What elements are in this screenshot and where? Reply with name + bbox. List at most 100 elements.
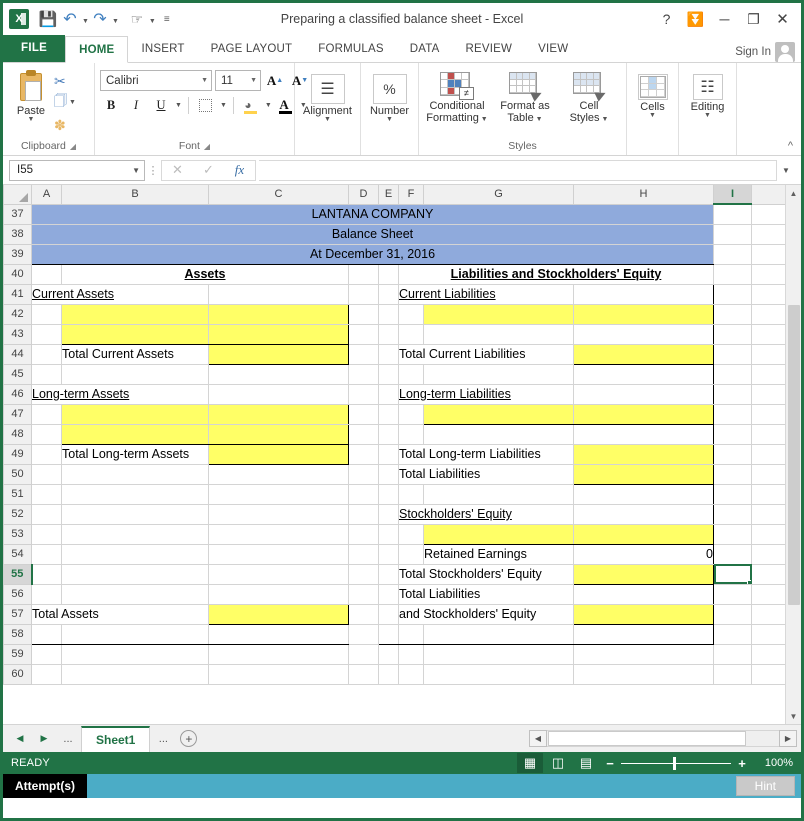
cell-A40[interactable] bbox=[31, 264, 62, 285]
row-header-51[interactable]: 51 bbox=[3, 483, 32, 505]
zoom-in-button[interactable]: + bbox=[733, 756, 751, 771]
cell-F45[interactable] bbox=[398, 364, 424, 385]
row-header-50[interactable]: 50 bbox=[3, 463, 32, 485]
cell-I52[interactable] bbox=[713, 504, 752, 525]
cell-B47-input[interactable] bbox=[61, 403, 209, 425]
cell-E54[interactable] bbox=[378, 544, 399, 565]
cell-J52[interactable] bbox=[751, 504, 790, 525]
column-header-E[interactable]: E bbox=[378, 185, 399, 205]
cells-dropdown-icon[interactable]: ▼ bbox=[649, 112, 656, 119]
cell-total-current-liabilities[interactable]: Total Current Liabilities bbox=[398, 344, 574, 365]
cell-G53-input[interactable] bbox=[423, 523, 574, 545]
normal-view-icon[interactable]: ▦ bbox=[517, 753, 543, 773]
cell-F51[interactable] bbox=[398, 484, 424, 505]
cell-J58[interactable] bbox=[751, 624, 790, 645]
cell-H51[interactable] bbox=[573, 484, 714, 505]
cell-B51[interactable] bbox=[61, 484, 209, 505]
horizontal-scrollbar-thumb[interactable] bbox=[548, 731, 746, 746]
sheet-tab-sheet1[interactable]: Sheet1 bbox=[81, 725, 151, 752]
cell-B59[interactable] bbox=[61, 644, 209, 665]
cell-longterm-assets[interactable]: Long-term Assets bbox=[31, 384, 209, 405]
number-dropdown-icon[interactable]: ▼ bbox=[386, 116, 393, 123]
cell-retained-earnings[interactable]: Retained Earnings bbox=[423, 544, 574, 565]
row-header-52[interactable]: 52 bbox=[3, 503, 32, 525]
cell-D58[interactable] bbox=[348, 624, 379, 645]
name-box[interactable]: I55 ▼ bbox=[9, 159, 145, 181]
conditional-formatting-button[interactable]: ≠ Conditional Formatting ▼ bbox=[424, 68, 490, 124]
cell-J51[interactable] bbox=[751, 484, 790, 505]
font-size-dropdown-icon[interactable]: ▼ bbox=[244, 77, 257, 84]
cell-H42-input[interactable] bbox=[573, 303, 714, 325]
minimize-icon[interactable]: ─ bbox=[710, 6, 739, 32]
cell-B45[interactable] bbox=[61, 364, 209, 385]
cell-I37[interactable] bbox=[713, 204, 752, 225]
cell-C56[interactable] bbox=[208, 584, 349, 605]
fat-dropdown-icon[interactable]: ▼ bbox=[534, 116, 543, 123]
borders-dropdown-icon[interactable]: ▼ bbox=[220, 102, 227, 109]
cell-F60[interactable] bbox=[398, 664, 424, 685]
cell-D48[interactable] bbox=[348, 424, 379, 445]
cell-A55[interactable] bbox=[31, 564, 62, 585]
copy-button[interactable]: 🗍 ▼ bbox=[54, 93, 76, 113]
save-icon[interactable]: 💾 bbox=[37, 8, 59, 30]
bold-button[interactable]: B bbox=[100, 95, 122, 116]
cell-H56[interactable] bbox=[573, 584, 714, 605]
cell-styles-dropdown-icon[interactable]: ▼ bbox=[600, 116, 608, 123]
font-color-button[interactable]: A bbox=[275, 95, 297, 116]
cell-H45[interactable] bbox=[573, 364, 714, 385]
customize-qat-icon[interactable]: ≡ bbox=[156, 8, 178, 30]
cell-J60[interactable] bbox=[751, 664, 790, 685]
cell-E44[interactable] bbox=[378, 344, 399, 365]
cell-H44-input[interactable] bbox=[573, 343, 714, 365]
cell-I44[interactable] bbox=[713, 344, 752, 365]
insert-function-icon[interactable]: fx bbox=[224, 161, 255, 180]
cell-total-assets[interactable]: Total Assets bbox=[31, 604, 209, 625]
cell-H52[interactable] bbox=[573, 504, 714, 525]
cell-I58[interactable] bbox=[713, 624, 752, 645]
vertical-scrollbar-thumb[interactable] bbox=[787, 304, 800, 605]
cell-D49[interactable] bbox=[348, 444, 379, 465]
cell-company-title[interactable]: LANTANA COMPANY bbox=[31, 203, 714, 225]
cell-I45[interactable] bbox=[713, 364, 752, 385]
cell-D60[interactable] bbox=[348, 664, 379, 685]
cell-B48-input[interactable] bbox=[61, 423, 209, 445]
confirm-edit-icon[interactable]: ✓ bbox=[193, 161, 224, 180]
cell-D56[interactable] bbox=[348, 584, 379, 605]
paste-dropdown-icon[interactable]: ▼ bbox=[28, 116, 35, 123]
row-header-54[interactable]: 54 bbox=[3, 543, 32, 565]
cell-G51[interactable] bbox=[423, 484, 574, 505]
tab-home[interactable]: HOME bbox=[65, 36, 129, 63]
cell-I47[interactable] bbox=[713, 404, 752, 425]
cell-E53[interactable] bbox=[378, 524, 399, 545]
horizontal-scrollbar[interactable]: ◀ ▶ bbox=[529, 730, 801, 747]
font-dialog-launcher[interactable]: ◢ bbox=[204, 142, 210, 151]
row-header-49[interactable]: 49 bbox=[3, 443, 32, 465]
cell-and-stockholders-equity[interactable]: and Stockholders' Equity bbox=[398, 604, 574, 625]
cell-I54[interactable] bbox=[713, 544, 752, 565]
horizontal-scrollbar-track[interactable] bbox=[547, 730, 779, 747]
help-icon[interactable]: ? bbox=[652, 6, 681, 32]
next-sheet-icon[interactable]: ▶ bbox=[33, 728, 55, 750]
cell-I43[interactable] bbox=[713, 324, 752, 345]
row-header-57[interactable]: 57 bbox=[3, 603, 32, 625]
cell-E43[interactable] bbox=[378, 324, 399, 345]
underline-dropdown-icon[interactable]: ▼ bbox=[175, 102, 182, 109]
cell-H57-input[interactable] bbox=[573, 603, 714, 625]
cell-C42-input[interactable] bbox=[208, 303, 349, 325]
cell-B53[interactable] bbox=[61, 524, 209, 545]
cell-J59[interactable] bbox=[751, 644, 790, 665]
cell-C43-input[interactable] bbox=[208, 323, 349, 345]
cell-D57[interactable] bbox=[348, 604, 379, 625]
cell-E40[interactable] bbox=[378, 264, 399, 285]
undo-dropdown-icon[interactable]: ▼ bbox=[82, 18, 89, 25]
cell-date-title[interactable]: At December 31, 2016 bbox=[31, 243, 714, 265]
cell-retained-earnings-value[interactable]: 0 bbox=[573, 544, 714, 565]
cell-C58[interactable] bbox=[208, 624, 349, 645]
cell-C53[interactable] bbox=[208, 524, 349, 545]
cell-J46[interactable] bbox=[751, 384, 790, 405]
cell-D43[interactable] bbox=[348, 324, 379, 345]
row-header-42[interactable]: 42 bbox=[3, 303, 32, 325]
cell-C46[interactable] bbox=[208, 384, 349, 405]
paste-button[interactable]: Paste ▼ bbox=[8, 68, 54, 123]
cell-F53[interactable] bbox=[398, 524, 424, 545]
